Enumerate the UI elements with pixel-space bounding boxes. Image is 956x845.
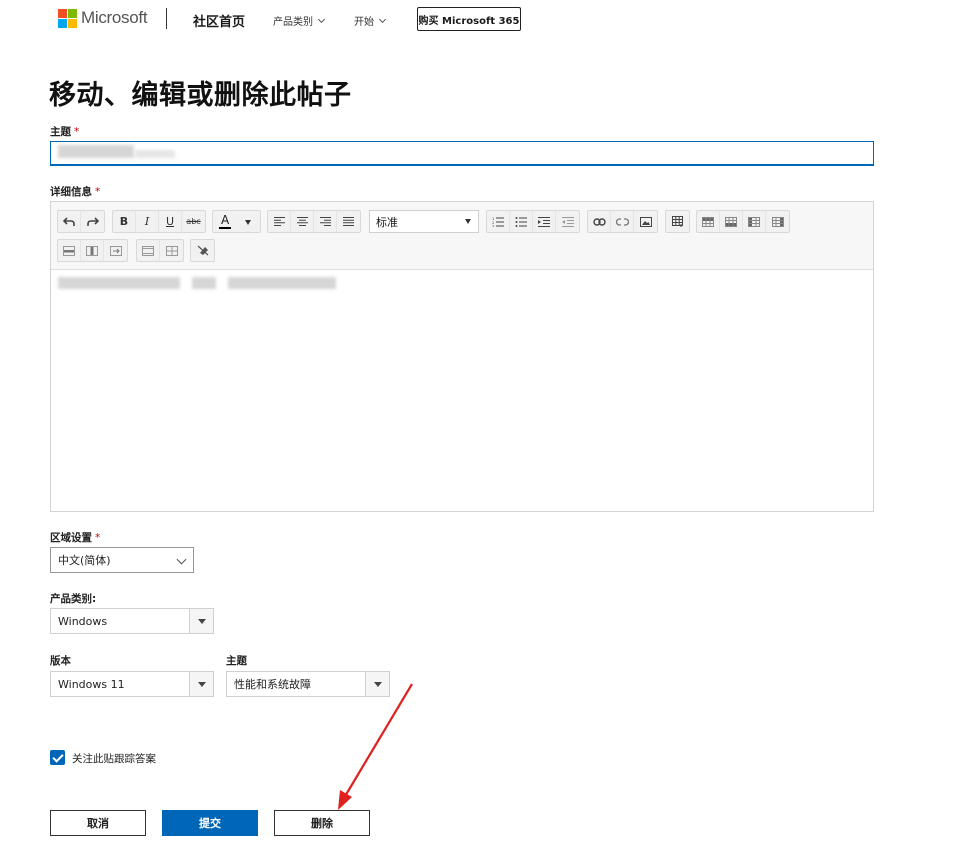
chevron-down-icon [317,15,326,23]
select-value: 性能和系统故障 [234,678,311,691]
delete-column-icon[interactable] [81,240,104,261]
redo-icon[interactable] [81,211,104,232]
select-value: 中文(简体) [58,554,111,567]
align-right-icon[interactable] [314,211,337,232]
product-category-select[interactable]: Windows [50,608,214,634]
bold-button[interactable]: B [113,211,136,232]
nav-product-categories[interactable]: 产品类别 [273,13,326,28]
align-left-icon[interactable] [268,211,291,232]
rich-text-editor[interactable]: B I U abc A 标准 1 2 3 [50,201,874,512]
svg-text:3: 3 [492,224,494,227]
label-text: 主题 [50,126,71,138]
cancel-button[interactable]: 取消 [50,810,146,836]
bullet-list-icon[interactable] [510,211,533,232]
label-text: 区域设置 [50,532,92,544]
select-value: Windows 11 [58,677,125,691]
insert-row-above-icon[interactable] [697,211,720,232]
redacted-content [58,277,180,289]
label-text: 详细信息 [50,186,92,198]
underline-button[interactable]: U [159,211,182,232]
font-color-icon: A [219,213,231,229]
text-style-group: B I U abc [112,210,206,233]
cell-properties-icon[interactable] [160,240,183,261]
strikethrough-button[interactable]: abc [182,211,205,232]
chevron-down-icon [176,554,187,565]
numbered-list-icon[interactable]: 123 [487,211,510,232]
format-value: 标准 [376,215,398,229]
dropdown-caret-icon [465,219,471,224]
insert-group [587,210,658,233]
redacted-subject [135,150,175,158]
follow-label: 关注此贴跟踪答案 [72,753,156,765]
insert-column-right-icon[interactable] [766,211,789,232]
locale-select[interactable]: 中文(简体) [50,547,194,573]
editor-toolbar: B I U abc A 标准 1 2 3 [51,202,873,270]
required-mark: * [95,532,101,544]
dropdown-arrow-icon [189,609,213,633]
merge-cells-icon[interactable] [104,240,127,261]
subject-label: 主题 * [50,124,79,139]
required-mark: * [74,126,80,138]
history-group [57,210,105,233]
brand-name: Microsoft [81,8,148,27]
community-home-link[interactable]: 社区首页 [193,11,245,30]
redacted-subject [58,145,134,158]
nav-label: 产品类别 [273,17,313,28]
outdent-icon[interactable] [556,211,579,232]
link-icon[interactable] [588,211,611,232]
chevron-down-icon [378,15,387,23]
paragraph-format-select[interactable]: 标准 [369,210,479,233]
editor-content-area[interactable] [51,270,873,511]
follow-checkbox[interactable] [50,750,65,765]
version-label: 版本 [50,655,71,667]
undo-icon[interactable] [58,211,81,232]
indent-icon[interactable] [533,211,556,232]
header-divider [166,8,167,29]
nav-get-started[interactable]: 开始 [354,13,387,28]
site-header: Microsoft 社区首页 产品类别 开始 购买 Microsoft 365 [0,0,956,40]
buy-microsoft-365-button[interactable]: 购买 Microsoft 365 [417,7,521,31]
submit-button[interactable]: 提交 [162,810,258,836]
table-props-group [136,239,184,262]
image-icon[interactable] [634,211,657,232]
microsoft-logo[interactable]: Microsoft [58,8,148,28]
unlink-icon[interactable] [611,211,634,232]
italic-button[interactable]: I [136,211,159,232]
redacted-content [192,277,216,289]
dropdown-arrow-icon [189,672,213,696]
table-group [665,210,690,233]
annotation-arrow-icon [338,683,413,810]
list-group: 123 [486,210,580,233]
redacted-content [228,277,336,289]
justify-icon[interactable] [337,211,360,232]
topic-label: 主题 [226,655,247,667]
alignment-group [267,210,361,233]
microsoft-logo-icon [58,8,77,28]
version-select[interactable]: Windows 11 [50,671,214,697]
font-color-picker[interactable]: A [212,210,261,233]
locale-label: 区域设置 * [50,530,100,545]
clear-formatting-icon[interactable] [191,240,214,261]
nav-label: 开始 [354,17,374,28]
table-properties-icon[interactable] [137,240,160,261]
table-edit-group [57,239,128,262]
dropdown-caret-icon [245,220,251,225]
page-title: 移动、编辑或删除此帖子 [49,80,352,111]
table-rows-group [696,210,790,233]
required-mark: * [95,186,101,198]
product-label: 产品类别: [50,593,97,605]
details-label: 详细信息 * [50,184,100,199]
insert-row-below-icon[interactable] [720,211,743,232]
insert-column-left-icon[interactable] [743,211,766,232]
delete-row-icon[interactable] [58,240,81,261]
table-icon[interactable] [666,211,689,232]
align-center-icon[interactable] [291,211,314,232]
clear-format-group [190,239,215,262]
select-value: Windows [58,614,108,628]
